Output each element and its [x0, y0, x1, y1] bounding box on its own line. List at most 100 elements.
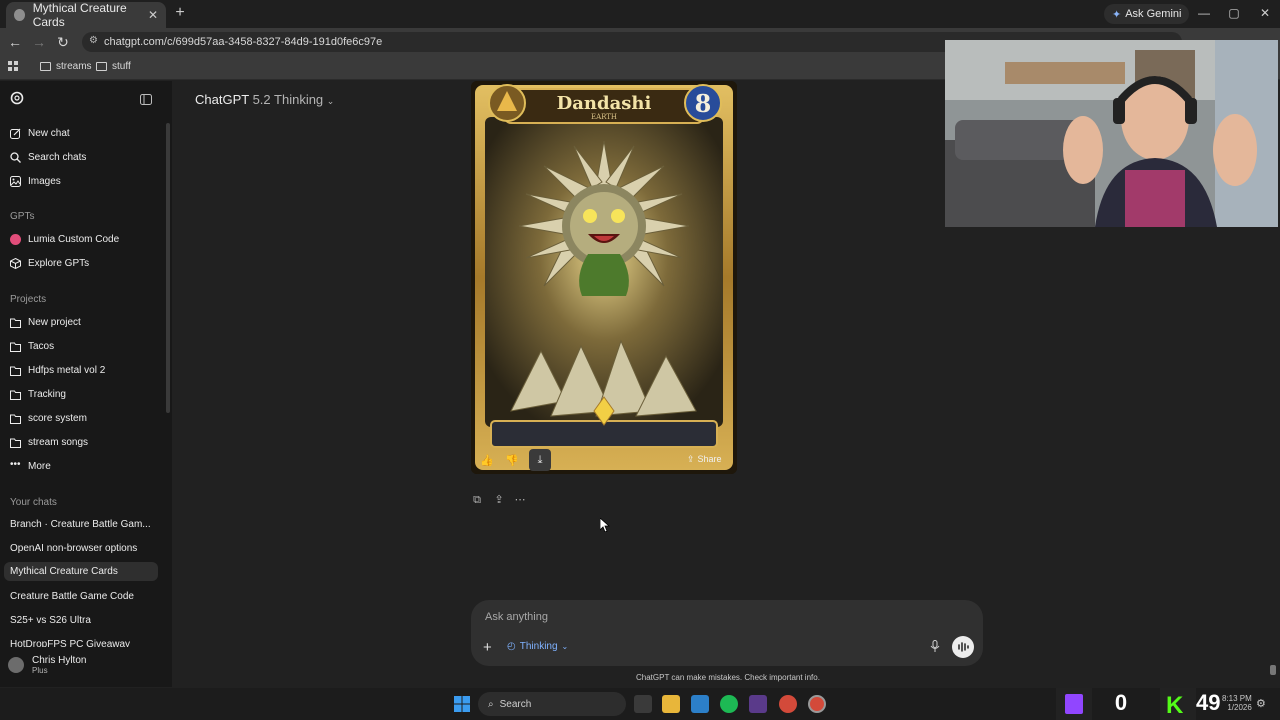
bookmark-folder-stuff[interactable]: stuff	[96, 61, 131, 72]
taskbar-search[interactable]: ⌕ Search	[478, 692, 626, 716]
forward-icon[interactable]: →	[30, 33, 48, 51]
thinking-mode-button[interactable]: ◴ Thinking ⌄	[507, 641, 568, 652]
chrome-active-icon[interactable]	[808, 695, 826, 713]
projects-heading: Projects	[10, 294, 47, 305]
windows-taskbar: ⌕ Search 0 K 49 8:13 PM 1/2026 ⚙	[0, 688, 1280, 720]
folder-icon	[10, 365, 21, 376]
sidebar-item-tacos[interactable]: Tacos	[10, 336, 160, 356]
edit-icon	[10, 128, 21, 139]
new-chat-button[interactable]: New chat	[10, 123, 160, 143]
notification-icon[interactable]: ⚙	[1256, 697, 1266, 710]
tab-title: Mythical Creature Cards	[32, 1, 127, 29]
back-icon[interactable]: ←	[6, 33, 24, 51]
project-label: Hdfps metal vol 2	[28, 364, 106, 376]
sidebar-item-explore-gpts[interactable]: Explore GPTs	[10, 253, 160, 273]
chrome-icon[interactable]	[779, 695, 797, 713]
card-name: Dandashi	[557, 93, 652, 114]
bookmark-folder-streams[interactable]: streams	[40, 61, 92, 72]
gpt-label: Lumia Custom Code	[28, 233, 120, 245]
sidebar-scrollbar[interactable]	[166, 123, 170, 413]
chatgpt-favicon-icon	[14, 9, 25, 21]
images-button[interactable]: Images	[10, 171, 160, 191]
main-scrollbar[interactable]	[1270, 665, 1276, 675]
new-folder-icon	[10, 317, 21, 328]
share-image-button[interactable]: ⇪ Share	[687, 454, 722, 465]
user-name: Chris Hylton	[32, 655, 87, 666]
chat-item[interactable]: S25+ vs S26 Ultra	[10, 615, 158, 626]
system-clock: 8:13 PM 1/2026	[1222, 694, 1252, 712]
generated-card-image[interactable]: Dandashi EARTH 8 👍 👎 ⤓ ⇪ Share	[471, 81, 737, 474]
model-selector[interactable]: ChatGPT 5.2 Thinking ⌄	[195, 92, 334, 107]
like-image-icon[interactable]: 👍	[480, 454, 494, 467]
share-icon: ⇪	[687, 454, 695, 464]
sidebar-item-new-project[interactable]: New project	[10, 312, 160, 332]
file-explorer-icon[interactable]	[662, 695, 680, 713]
close-tab-icon[interactable]: ✕	[148, 8, 158, 22]
voice-waveform-icon	[958, 642, 969, 652]
project-label: score system	[28, 412, 87, 424]
browser-tab-bar: Mythical Creature Cards ✕ + ✦ Ask Gemini…	[0, 0, 1280, 29]
project-label: Tacos	[28, 340, 55, 352]
ask-gemini-label: Ask Gemini	[1125, 8, 1182, 20]
dislike-image-icon[interactable]: 👎	[505, 454, 519, 467]
kick-icon: K	[1166, 692, 1184, 719]
close-window-icon[interactable]: ✕	[1255, 4, 1275, 22]
download-image-icon[interactable]: ⤓	[529, 449, 551, 471]
maximize-icon[interactable]: ▢	[1224, 4, 1244, 22]
url-text: chatgpt.com/c/699d57aa-3458-8327-84d9-19…	[104, 36, 383, 48]
gpts-heading: GPTs	[10, 211, 35, 222]
chat-item[interactable]: OpenAI non-browser options	[10, 543, 158, 554]
sidebar-item-score-system[interactable]: score system	[10, 408, 160, 428]
chat-item[interactable]: Branch · Creature Battle Gam...	[10, 519, 158, 530]
card-element: EARTH	[591, 113, 617, 121]
chat-item[interactable]: Creature Battle Game Code	[10, 591, 158, 602]
copy-icon[interactable]: ⧉	[470, 493, 484, 507]
gpt-label: Explore GPTs	[28, 257, 90, 269]
openai-logo-icon[interactable]	[10, 91, 24, 110]
sidebar-item-lumia-custom-code[interactable]: Lumia Custom Code	[10, 229, 160, 249]
site-info-icon[interactable]: ⚙	[89, 35, 98, 46]
folder-icon	[10, 413, 21, 424]
windows-start-icon[interactable]	[454, 696, 470, 717]
new-tab-button[interactable]: +	[170, 4, 190, 24]
task-view-icon[interactable]	[634, 695, 652, 713]
model-name: ChatGPT	[195, 92, 249, 107]
microphone-icon[interactable]	[930, 640, 942, 654]
share-label: Share	[697, 454, 722, 464]
hudfx-icon[interactable]	[749, 695, 767, 713]
kick-widget: K	[1160, 688, 1196, 720]
mouse-cursor-icon	[600, 518, 610, 532]
voice-mode-button[interactable]	[952, 636, 974, 658]
ask-gemini-button[interactable]: ✦ Ask Gemini	[1104, 4, 1190, 24]
twitch-viewer-count: 0	[1114, 690, 1128, 715]
more-dots-icon: •••	[10, 458, 21, 470]
collapse-sidebar-icon[interactable]	[140, 92, 152, 110]
user-profile[interactable]: Chris Hylton Plus	[8, 655, 86, 675]
add-attachment-icon[interactable]: +	[483, 639, 492, 656]
images-label: Images	[28, 175, 61, 187]
notepad-icon[interactable]	[691, 695, 709, 713]
chat-item-active[interactable]: Mythical Creature Cards	[4, 562, 158, 581]
project-label: Tracking	[28, 388, 66, 400]
chevron-down-icon: ⌄	[326, 96, 335, 106]
search-chats-button[interactable]: Search chats	[10, 147, 160, 167]
message-composer[interactable]: Ask anything + ◴ Thinking ⌄	[471, 600, 983, 666]
sidebar-item-more[interactable]: ••• More	[10, 456, 160, 476]
folder-icon	[96, 62, 107, 71]
browser-tab[interactable]: Mythical Creature Cards ✕	[6, 1, 166, 29]
share-icon[interactable]: ⇪	[492, 493, 506, 507]
chat-item[interactable]: HotDropFPS PC Giveaway	[10, 639, 158, 647]
new-chat-label: New chat	[28, 127, 70, 139]
twitch-icon	[1065, 694, 1083, 714]
folder-icon	[10, 341, 21, 352]
sidebar-item-tracking[interactable]: Tracking	[10, 384, 160, 404]
sidebar-item-hdfps-metal[interactable]: Hdfps metal vol 2	[10, 360, 160, 380]
bookmark-label: streams	[56, 61, 92, 72]
sidebar-item-stream-songs[interactable]: stream songs	[10, 432, 160, 452]
more-options-icon[interactable]: ⋯	[513, 493, 527, 507]
minimize-icon[interactable]: —	[1194, 4, 1214, 22]
apps-grid-icon[interactable]	[8, 61, 19, 72]
spotify-icon[interactable]	[720, 695, 738, 713]
composer-input[interactable]: Ask anything	[485, 611, 548, 623]
reload-icon[interactable]: ↻	[54, 33, 72, 51]
